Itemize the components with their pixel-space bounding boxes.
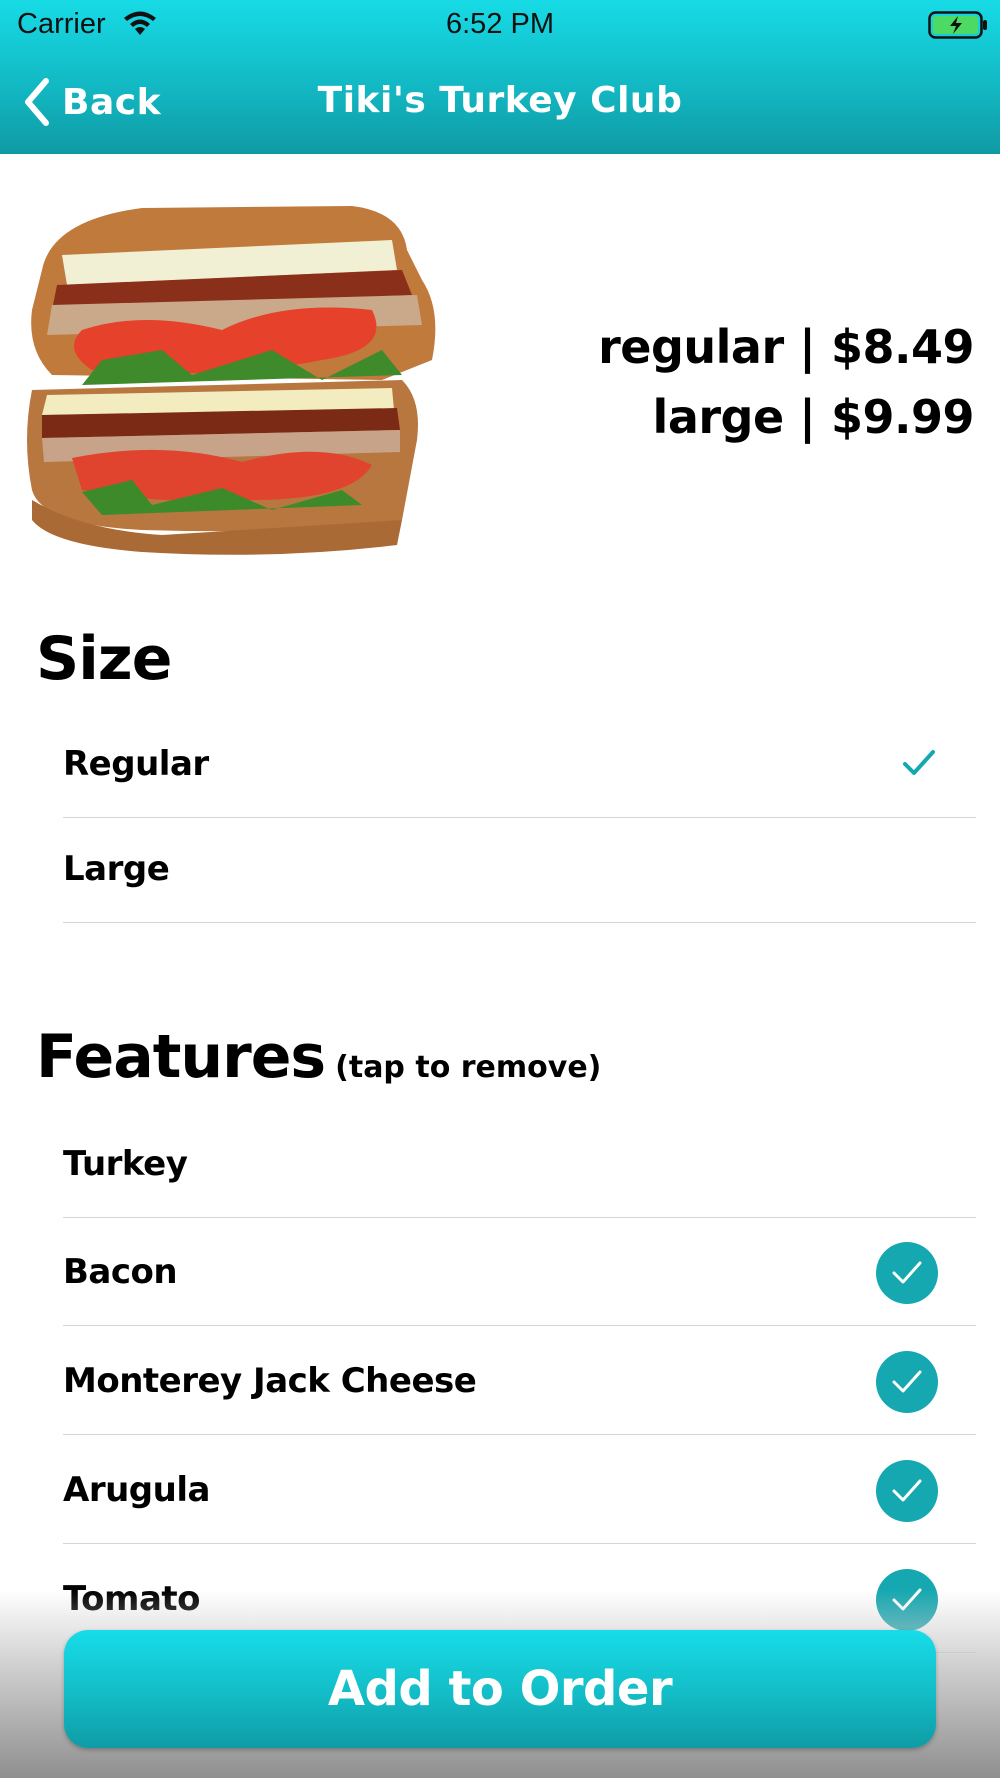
page-title: Tiki's Turkey Club <box>317 80 683 121</box>
header: Carrier 6:52 PM Back Tiki's Turkey Club <box>0 0 1000 154</box>
checkmark-icon <box>903 750 935 775</box>
features-note: (tap to remove) <box>335 1050 602 1085</box>
price-large: large | $9.99 <box>652 390 975 444</box>
sandwich-image <box>27 206 436 555</box>
feature-item-label: Turkey <box>63 1143 188 1184</box>
add-to-order-button[interactable]: Add to Order <box>64 1630 936 1748</box>
size-option-label: Regular <box>63 743 209 784</box>
feature-item-turkey[interactable]: Turkey <box>63 1110 976 1218</box>
battery-charging-icon <box>928 11 987 39</box>
features-title-label: Features <box>36 1022 326 1092</box>
feature-item-label: Bacon <box>63 1251 178 1292</box>
price-regular: regular | $8.49 <box>598 320 974 374</box>
check-circle-icon <box>876 1242 938 1304</box>
navigation-bar: Back Tiki's Turkey Club <box>0 60 1000 144</box>
status-bar: Carrier 6:52 PM <box>0 0 1000 50</box>
clock: 6:52 PM <box>446 8 554 40</box>
size-option-regular[interactable]: Regular <box>63 710 976 818</box>
size-section-title: Size <box>36 624 172 694</box>
size-title-label: Size <box>36 624 172 694</box>
check-circle-icon <box>876 1460 938 1522</box>
feature-item-arugula[interactable]: Arugula <box>63 1436 976 1544</box>
price-list: regular | $8.49 large | $9.99 <box>598 312 974 452</box>
feature-item-label: Monterey Jack Cheese <box>63 1360 477 1401</box>
size-option-large[interactable]: Large <box>63 815 976 923</box>
feature-item-label: Arugula <box>63 1469 210 1510</box>
features-section-title: Features (tap to remove) <box>36 1022 601 1092</box>
check-circle-icon <box>876 1351 938 1413</box>
feature-item-bacon[interactable]: Bacon <box>63 1218 976 1326</box>
size-option-label: Large <box>63 848 170 889</box>
feature-item-monterey-jack-cheese[interactable]: Monterey Jack Cheese <box>63 1327 976 1435</box>
add-to-order-label: Add to Order <box>327 1661 673 1717</box>
